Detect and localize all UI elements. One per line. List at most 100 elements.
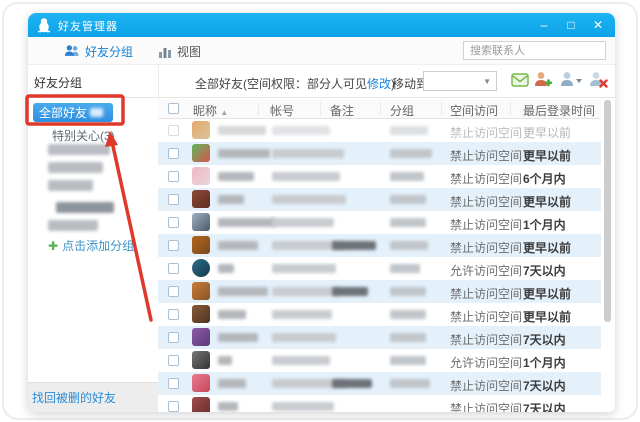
row-checkbox[interactable]: [168, 263, 179, 274]
maximize-button[interactable]: □: [564, 16, 578, 34]
column-header-remark[interactable]: 备注: [330, 102, 354, 119]
add-group-label: 点击添加分组: [62, 239, 135, 253]
space-access-text: 禁止访问空间: [450, 195, 523, 209]
sidebar-item-special-care[interactable]: 特别关心(3): [52, 127, 115, 144]
table-row[interactable]: 禁止访问空间 更早以前: [158, 188, 601, 211]
group-redacted: [390, 287, 426, 296]
space-access-text: 禁止访问空间: [450, 149, 523, 163]
nickname-redacted: [218, 172, 254, 181]
row-checkbox[interactable]: [168, 217, 179, 228]
last-login-text: 更早以前: [523, 149, 572, 163]
row-checkbox[interactable]: [168, 171, 179, 182]
table-row[interactable]: 禁止访问空间 1个月内: [158, 211, 601, 234]
header-separator: [320, 102, 321, 115]
column-header-group[interactable]: 分组: [390, 102, 414, 119]
move-to-dropdown[interactable]: ▼: [423, 71, 497, 91]
column-header-space-access[interactable]: 空间访问: [450, 102, 498, 119]
space-access-text: 禁止访问空间: [450, 333, 523, 347]
avatar: [192, 305, 210, 323]
table-row[interactable]: 禁止访问空间 更早以前: [158, 303, 601, 326]
sidebar-group-redacted[interactable]: [56, 202, 114, 213]
add-group-button[interactable]: ✚ 点击添加分组: [48, 237, 134, 254]
vertical-scrollbar-thumb[interactable]: [604, 100, 611, 322]
avatar: [192, 282, 210, 300]
friend-settings-icon[interactable]: [559, 70, 585, 90]
last-login-text: 更早以前: [523, 310, 572, 324]
last-login-text: 6个月内: [523, 172, 566, 186]
green-plus-icon: ✚: [48, 238, 59, 253]
row-checkbox[interactable]: [168, 309, 179, 320]
nickname-redacted: [218, 149, 270, 158]
nickname-redacted: [218, 356, 232, 365]
space-access-text: 允许访问空间: [450, 356, 523, 370]
header-separator: [380, 102, 381, 115]
table-row[interactable]: 允许访问空间 7天以内: [158, 257, 601, 280]
tab-friend-groups-label: 好友分组: [85, 44, 134, 59]
account-redacted: [272, 126, 330, 135]
avatar: [192, 259, 210, 277]
minimize-button[interactable]: –: [537, 16, 551, 34]
close-button[interactable]: ✕: [591, 16, 605, 34]
row-checkbox[interactable]: [168, 378, 179, 389]
table-row[interactable]: 禁止访问空间 更早以前: [158, 234, 601, 257]
table-row[interactable]: 禁止访问空间 7天以内: [158, 372, 601, 395]
tab-friend-groups[interactable]: 好友分组: [64, 42, 133, 60]
add-friend-icon[interactable]: [533, 70, 553, 90]
sidebar-group-redacted[interactable]: [48, 180, 93, 191]
account-redacted: [272, 402, 334, 411]
table-row[interactable]: 禁止访问空间 更早以前: [158, 142, 601, 165]
recover-deleted-friends-link[interactable]: 找回被删的好友: [32, 389, 116, 406]
row-checkbox[interactable]: [168, 286, 179, 297]
list-summary: 全部好友(空间权限：部分人可见修改): [195, 75, 395, 92]
tab-view-label: 视图: [177, 44, 202, 59]
avatar: [192, 397, 210, 412]
row-checkbox[interactable]: [168, 194, 179, 205]
select-all-checkbox[interactable]: [168, 103, 179, 114]
qq-penguin-icon: [38, 18, 50, 33]
delete-friend-icon[interactable]: [588, 70, 608, 90]
band-separator: [28, 97, 615, 98]
last-login-text: 7天以内: [523, 379, 566, 393]
group-redacted: [390, 172, 424, 181]
space-access-text: 禁止访问空间: [450, 126, 523, 140]
nickname-redacted: [218, 195, 244, 204]
table-row[interactable]: 禁止访问空间 7天以内: [158, 395, 601, 412]
row-checkbox[interactable]: [168, 125, 179, 136]
column-header-account[interactable]: 帐号: [270, 102, 294, 119]
friend-manager-window: 好友管理器 – □ ✕ 好友分组 视图 搜索联系人 好友分组 全部好友 特别关心…: [28, 13, 615, 412]
nickname-redacted: [218, 333, 258, 342]
table-row[interactable]: 禁止访问空间 更早以前: [158, 119, 601, 142]
window-title: 好友管理器: [58, 21, 118, 33]
search-input[interactable]: [463, 41, 606, 60]
row-checkbox[interactable]: [168, 240, 179, 251]
table-row[interactable]: 禁止访问空间 更早以前: [158, 280, 601, 303]
two-people-icon: [64, 45, 79, 56]
column-header-nickname[interactable]: 昵称 ▲: [193, 102, 228, 119]
header-separator: [441, 102, 442, 115]
table-row[interactable]: 禁止访问空间 7天以内: [158, 326, 601, 349]
titlebar[interactable]: 好友管理器 – □ ✕: [28, 13, 615, 37]
message-icon[interactable]: [510, 70, 530, 90]
row-checkbox[interactable]: [168, 148, 179, 159]
column-header-last-login[interactable]: 最后登录时间: [523, 102, 595, 119]
tab-view[interactable]: 视图: [158, 42, 201, 60]
chevron-down-icon: ▼: [483, 77, 491, 86]
sidebar-group-redacted[interactable]: [48, 162, 103, 173]
sidebar-group-redacted[interactable]: [48, 220, 98, 231]
table-row[interactable]: 禁止访问空间 6个月内: [158, 165, 601, 188]
last-login-text: 更早以前: [523, 287, 572, 301]
row-checkbox[interactable]: [168, 332, 179, 343]
bar-chart-icon: [159, 47, 171, 58]
avatar: [192, 213, 210, 231]
nickname-redacted: [218, 287, 268, 296]
group-redacted: [390, 195, 426, 204]
sidebar-item-all-friends[interactable]: 全部好友: [33, 103, 113, 122]
table-row[interactable]: 允许访问空间 1个月内: [158, 349, 601, 372]
avatar: [192, 167, 210, 185]
account-redacted: [272, 218, 334, 227]
row-checkbox[interactable]: [168, 355, 179, 366]
nickname-redacted: [218, 310, 246, 319]
row-checkbox[interactable]: [168, 401, 179, 412]
modify-link[interactable]: 修改: [367, 77, 391, 91]
sidebar-group-redacted[interactable]: [48, 144, 110, 155]
